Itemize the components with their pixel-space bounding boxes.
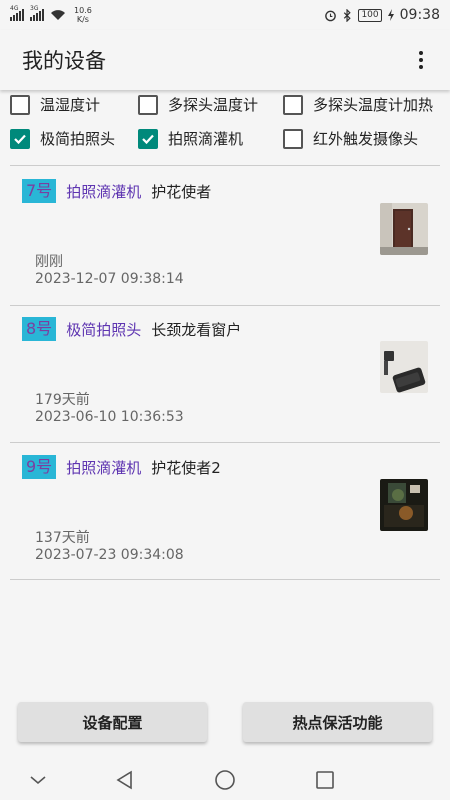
device-list-item[interactable]: 8号 极简拍照头 长颈龙看窗户 179天前 2023-06-10 10:36:5… (10, 305, 440, 442)
device-config-button[interactable]: 设备配置 (18, 702, 207, 742)
network-type-label: 4G (10, 5, 19, 12)
checkbox-multi-probe-thermometer-heating[interactable] (283, 94, 303, 115)
battery-icon: 100 (358, 8, 382, 22)
device-header: 9号 拍照滴灌机 护花使者2 (22, 455, 221, 479)
signal-icon: 4G (10, 5, 24, 21)
filter-label: 红外触发摄像头 (313, 130, 419, 148)
device-type: 拍照滴灌机 (66, 182, 142, 201)
status-right: 100 09:38 (324, 7, 440, 23)
checkbox-minimal-camera[interactable] (10, 128, 30, 149)
page-title: 我的设备 (22, 49, 106, 73)
status-left: 4G 3G 10.6 K/s (10, 5, 92, 24)
last-seen-timestamp: 2023-12-07 09:38:14 (35, 271, 184, 287)
device-name: 长颈龙看窗户 (151, 320, 242, 339)
filter-label: 多探头温度计 (168, 96, 259, 114)
recents-square-icon (316, 771, 334, 789)
device-name: 护花使者 (151, 182, 212, 201)
home-button[interactable] (213, 768, 237, 792)
network-speed: 10.6 K/s (74, 6, 92, 24)
more-vert-icon (419, 51, 423, 55)
device-name: 护花使者2 (151, 458, 221, 477)
filter-label: 温湿度计 (40, 96, 101, 114)
network-speed-unit: K/s (76, 15, 89, 24)
device-header: 8号 极简拍照头 长颈龙看窗户 (22, 317, 241, 341)
overflow-menu-button[interactable] (414, 48, 428, 72)
divider (10, 579, 440, 580)
checkbox-infrared-camera[interactable] (283, 128, 303, 149)
network-type-label-2: 3G (30, 5, 39, 12)
device-photo-thumbnail[interactable] (380, 341, 428, 393)
status-bar: 4G 3G 10.6 K/s 100 09:38 (0, 0, 450, 30)
filter-multi-probe-thermometer[interactable]: 多探头温度计 (138, 94, 258, 115)
network-speed-value: 10.6 (74, 6, 92, 15)
checkbox-hygrometer[interactable] (10, 94, 30, 115)
device-photo-image (380, 341, 428, 393)
device-list-item[interactable]: 9号 拍照滴灌机 护花使者2 137天前 2023-07-23 09:34:08 (10, 443, 440, 580)
last-seen-relative: 137天前 (35, 530, 90, 546)
device-number-badge: 9号 (22, 455, 57, 479)
device-type: 极简拍照头 (66, 320, 142, 339)
system-nav-bar (0, 760, 450, 800)
filter-camera-drip-irrigator[interactable]: 拍照滴灌机 (138, 128, 243, 149)
alarm-icon (325, 10, 337, 21)
last-seen-relative: 179天前 (35, 392, 90, 408)
device-photo-thumbnail[interactable] (380, 479, 428, 531)
hide-nav-button[interactable] (26, 768, 50, 792)
filter-hygrometer[interactable]: 温湿度计 (10, 94, 100, 115)
last-seen-relative: 刚刚 (35, 254, 63, 270)
filter-minimal-camera[interactable]: 极简拍照头 (10, 128, 115, 149)
divider (10, 165, 440, 166)
recents-button[interactable] (313, 768, 337, 792)
chevron-down-icon (30, 776, 46, 785)
checkbox-camera-drip-irrigator[interactable] (138, 128, 158, 149)
device-header: 7号 拍照滴灌机 护花使者 (22, 179, 211, 203)
charging-icon (387, 9, 394, 21)
last-seen-timestamp: 2023-06-10 10:36:53 (35, 409, 184, 425)
filter-label: 极简拍照头 (40, 130, 116, 148)
signal-icon-2: 3G (30, 5, 44, 21)
device-type: 拍照滴灌机 (66, 458, 142, 477)
device-photo-thumbnail[interactable] (380, 203, 428, 255)
wifi-icon (51, 10, 65, 20)
filter-infrared-camera[interactable]: 红外触发摄像头 (283, 128, 418, 149)
plant-photo-image (380, 479, 428, 531)
hotspot-keepalive-button[interactable]: 热点保活功能 (243, 702, 432, 742)
clock: 09:38 (399, 7, 440, 23)
app-bar: 我的设备 (0, 30, 450, 90)
home-circle-icon (215, 770, 235, 790)
door-photo-image (380, 203, 428, 255)
bluetooth-icon (344, 8, 352, 22)
filter-label: 拍照滴灌机 (168, 130, 244, 148)
battery-level: 100 (361, 9, 379, 20)
checkbox-multi-probe-thermometer[interactable] (138, 94, 158, 115)
device-list-item[interactable]: 7号 拍照滴灌机 护花使者 刚刚 2023-12-07 09:38:14 (10, 167, 440, 304)
back-button[interactable] (113, 768, 137, 792)
back-triangle-icon (116, 770, 132, 790)
last-seen-timestamp: 2023-07-23 09:34:08 (35, 547, 184, 563)
filter-label: 多探头温度计加热 (313, 96, 434, 114)
device-number-badge: 7号 (22, 179, 57, 203)
filter-multi-probe-thermometer-heating[interactable]: 多探头温度计加热 (283, 94, 433, 115)
device-number-badge: 8号 (22, 317, 57, 341)
